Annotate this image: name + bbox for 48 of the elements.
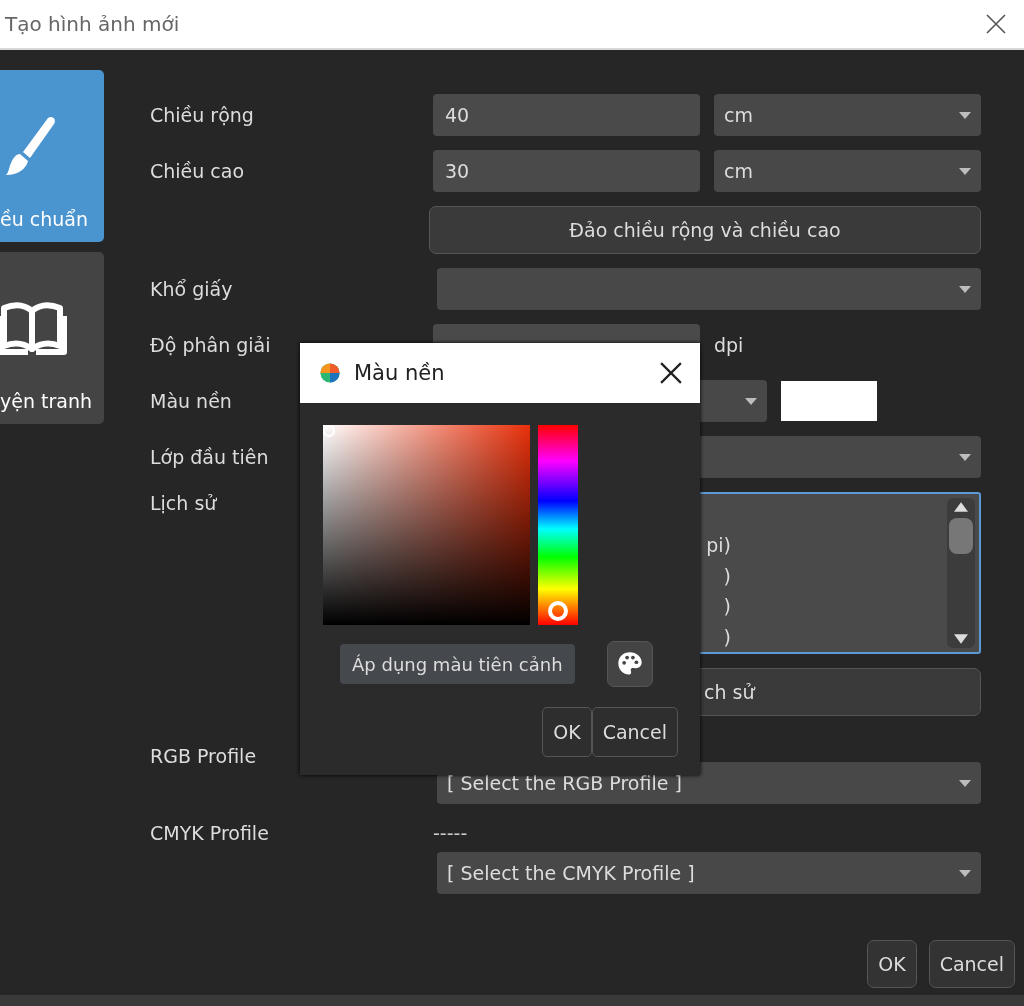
scroll-up-icon[interactable] [954, 502, 968, 512]
cancel-button[interactable]: Cancel [928, 940, 1015, 988]
caret-icon [959, 869, 971, 877]
unit-dropdown[interactable]: cm [714, 94, 981, 136]
unit-dropdown[interactable]: cm [714, 150, 981, 192]
caret-icon [959, 453, 971, 461]
scroll-down-icon[interactable] [954, 634, 968, 644]
caret-icon [745, 397, 757, 405]
caret-icon [959, 285, 971, 293]
list-item[interactable]: ) [723, 595, 731, 622]
field-label: Chiều rộng [150, 104, 254, 126]
close-icon[interactable] [660, 362, 682, 384]
dialog-title: Màu nền [354, 361, 446, 385]
caret-icon [959, 111, 971, 119]
category-tab[interactable]: yện tranh [0, 252, 104, 424]
input-field[interactable]: 40 [433, 94, 700, 136]
field-label: Màu nền [150, 390, 232, 412]
ok-button[interactable]: OK [542, 707, 592, 757]
close-icon[interactable] [986, 14, 1006, 34]
unit-label: dpi [714, 334, 744, 356]
scrollbar[interactable] [947, 498, 975, 648]
field-label: CMYK Profile [150, 822, 269, 844]
cancel-button[interactable]: Cancel [591, 707, 678, 757]
app-icon [318, 361, 342, 385]
picker-handle[interactable] [323, 425, 335, 437]
swap-button[interactable]: Đảo chiều rộng và chiều cao [429, 206, 981, 254]
apply-foreground-button[interactable]: Áp dụng màu tiên cảnh [340, 644, 575, 684]
list-item[interactable]: ) [723, 625, 731, 652]
color-swatch[interactable] [781, 381, 877, 421]
field-label: Độ phân giải [150, 334, 271, 356]
list-item[interactable]: pi) [706, 534, 731, 561]
palette-button[interactable] [606, 641, 653, 687]
cmyk-profile-dropdown[interactable]: [ Select the CMYK Profile ] [437, 852, 981, 894]
caret-icon [959, 167, 971, 175]
saturation-value-square[interactable] [323, 425, 530, 625]
field-label: RGB Profile [150, 745, 257, 767]
hue-slider[interactable] [538, 425, 578, 625]
ok-button[interactable]: OK [867, 940, 917, 988]
caret-icon [959, 779, 971, 787]
input-field[interactable]: 30 [433, 150, 700, 192]
field-label: Lịch sử [150, 492, 217, 514]
list-item[interactable]: ) [723, 564, 731, 591]
field-label: Khổ giấy [150, 278, 233, 300]
scroll-thumb[interactable] [949, 518, 973, 554]
profile-status: ----- [433, 822, 468, 844]
window-title: Tạo hình ảnh mới [5, 12, 180, 36]
field-label: Chiều cao [150, 160, 245, 182]
field-label: Lớp đầu tiên [150, 446, 269, 468]
